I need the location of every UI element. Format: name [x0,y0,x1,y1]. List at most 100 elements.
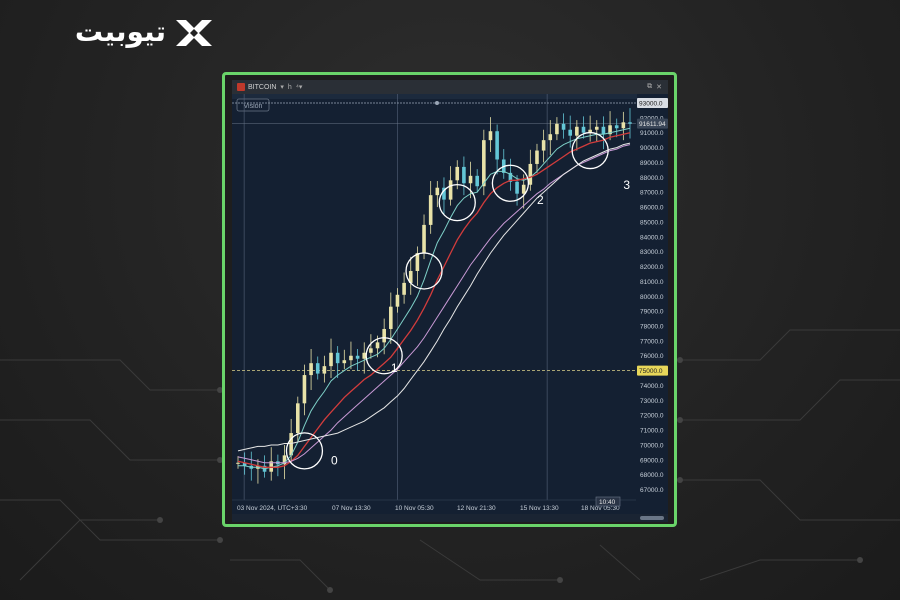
candle-body [455,166,460,181]
candle-body [475,175,479,187]
brand-logo: تیوبیت [16,14,216,54]
x-tick-label: 03 Nov 2024, UTC+3:30 [237,505,308,512]
annotation-label: 0 [331,453,338,467]
horizontal-scrollbar[interactable] [232,514,668,522]
y-tick-label: 89000.0 [640,160,664,167]
y-tick-label: 90000.0 [640,145,664,152]
y-tick-label: 82000.0 [640,264,664,271]
y-tick-label: 87000.0 [640,190,664,197]
y-tick-label: 76000.0 [640,353,664,360]
timeframe-selector[interactable]: h [288,84,292,91]
x-tick-label: 15 Nov 13:30 [520,505,559,512]
x-tick-label: 10 Nov 05:30 [395,505,434,512]
y-tick-label: 67000.0 [640,487,664,494]
candle-body [302,375,307,404]
candle-body [342,360,347,364]
candle-body [382,328,386,343]
candle-body [561,123,566,130]
y-tick-label: 81000.0 [640,279,664,286]
y-tick-label: 84000.0 [640,234,664,241]
chart-top-strip [232,94,668,99]
y-tick-label: 91000.0 [640,130,664,137]
y-tick-label: 70000.0 [640,442,664,449]
candle-body [295,403,300,434]
annotation-label: 3 [623,178,630,192]
candle-body [555,123,559,135]
close-window-icon[interactable]: ✕ [656,83,662,91]
candle-body [236,462,240,464]
candle-body [335,352,340,364]
candle-body [435,187,440,196]
candle-body [322,366,327,374]
candle-body [315,363,320,374]
candle-body [515,181,519,194]
symbol-icon [237,83,245,91]
candle-body [575,126,579,136]
candle-body [415,253,420,271]
y-tick-label: 79000.0 [640,309,664,316]
plot-background [232,94,668,522]
candle-body [309,363,313,376]
candle-body [395,294,400,307]
annotation-label: 1 [391,361,398,375]
candle-body [568,129,573,136]
candle-body [329,352,333,367]
y-tick-label: 72000.0 [640,413,664,420]
y-tick-label: 69000.0 [640,457,664,464]
candle-body [402,282,406,295]
symbol-selector[interactable]: BITCOIN [248,84,276,91]
candle-body [428,195,433,225]
y-tick-label: 83000.0 [640,249,664,256]
y-tick-label: 78000.0 [640,324,664,331]
candle-body [468,175,473,184]
candle-body [495,131,499,160]
candle-body [528,163,533,185]
countdown-label: 10:40 [599,499,616,506]
dropdown-icon[interactable]: ▾ [280,83,284,91]
candle-body [581,126,586,133]
candle-body [488,131,493,141]
y-tick-label: 74000.0 [640,383,664,390]
candle-body [462,166,466,184]
candle-body [362,352,367,359]
chart-toolbar: BITCOIN ▾ h ⁴▾ ⧉ ✕ [232,80,668,94]
scrollbar-thumb[interactable] [640,516,664,520]
candle-body [355,355,360,359]
candle-body [601,126,606,135]
y-tick-label: 71000.0 [640,428,664,435]
candle-body [389,306,393,329]
candle-body [621,122,626,129]
y-tick-label: 85000.0 [640,219,664,226]
brand-name: تیوبیت [74,15,166,48]
candle-body [614,125,619,129]
candle-body [375,342,380,349]
candle-body [628,122,632,124]
x-tick-label: 12 Nov 21:30 [457,505,496,512]
candle-body [541,140,546,151]
price-chart[interactable]: Vision 0 1 2 3 67000.0 68000.0 69000.0 70000.0… [232,94,668,522]
top-price-tag: 93000.0 [639,100,663,107]
candle-body [548,134,553,141]
candle-body [535,150,539,164]
brand-mark-icon [176,20,212,46]
candle-body [369,348,373,353]
candle-body [521,184,526,194]
candle-body [482,140,486,187]
vision-label: Vision [244,103,263,110]
y-tick-label: 80000.0 [640,294,664,301]
candle-body [448,180,453,200]
price-line-handle [435,100,439,105]
detach-window-icon[interactable]: ⧉ [647,83,652,91]
current-price-tag: 91611.94 [639,121,666,128]
x-tick-label: 07 Nov 13:30 [332,505,371,512]
chart-settings-icon[interactable]: ⁴▾ [296,83,303,91]
y-tick-label: 86000.0 [640,205,664,212]
candle-body [594,126,599,130]
y-tick-label: 68000.0 [640,472,664,479]
candle-body [422,224,426,254]
candle-body [349,355,353,361]
annotation-label: 2 [537,193,544,207]
y-tick-label: 77000.0 [640,338,664,345]
line-price-tag: 75000.0 [639,368,663,375]
y-tick-label: 88000.0 [640,175,664,182]
